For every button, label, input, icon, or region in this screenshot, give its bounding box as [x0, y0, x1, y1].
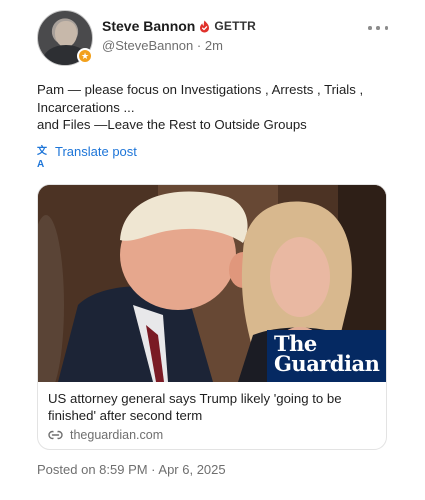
author-avatar[interactable]: ★	[37, 10, 93, 66]
article-image: The Guardian	[38, 185, 386, 382]
link-icon	[48, 430, 63, 440]
post-text: Pam — please focus on Investigations , A…	[37, 81, 387, 134]
post-text-line: Incarcerations ...	[37, 99, 135, 115]
link-preview-card[interactable]: The Guardian US attorney general says Tr…	[37, 184, 387, 450]
more-dots-icon	[368, 26, 372, 30]
translate-label: Translate post	[55, 144, 137, 159]
post-text-line: and Files —Leave the Rest to Outside Gro…	[37, 117, 307, 132]
more-dot	[376, 26, 380, 30]
more-options-button[interactable]	[368, 22, 388, 34]
author-name-row: Steve Bannon GETTR	[102, 18, 256, 34]
gold-badge-icon: ★	[77, 48, 93, 64]
guardian-logo-line2: Guardian	[274, 351, 380, 376]
author-handle-row: @SteveBannon · 2m	[102, 38, 223, 53]
platform-name: GETTR	[214, 19, 257, 33]
gettr-post: ★ Steve Bannon GETTR @SteveBannon · 2m P…	[0, 0, 425, 500]
article-title-line: finished' after second term	[48, 408, 203, 423]
post-text-line: Pam — please focus on Investigations , A…	[37, 82, 364, 97]
translate-icon: 文A	[37, 146, 47, 170]
post-age: 2m	[204, 38, 223, 53]
article-domain: theguardian.com	[48, 428, 163, 442]
author-handle[interactable]: @SteveBannon	[102, 38, 193, 53]
article-title-line: US attorney general says Trump likely 'g…	[48, 391, 342, 406]
more-dot	[384, 26, 388, 30]
article-title: US attorney general says Trump likely 'g…	[48, 390, 368, 424]
translate-post-button[interactable]: 文A Translate post	[37, 144, 137, 170]
guardian-logo: The Guardian	[267, 330, 386, 382]
posted-timestamp: Posted on 8:59 PM · Apr 6, 2025	[37, 462, 226, 477]
verified-flame-icon	[200, 20, 210, 32]
separator-dot: ·	[196, 38, 205, 53]
article-domain-label: theguardian.com	[70, 428, 164, 442]
author-display-name[interactable]: Steve Bannon	[102, 18, 195, 34]
